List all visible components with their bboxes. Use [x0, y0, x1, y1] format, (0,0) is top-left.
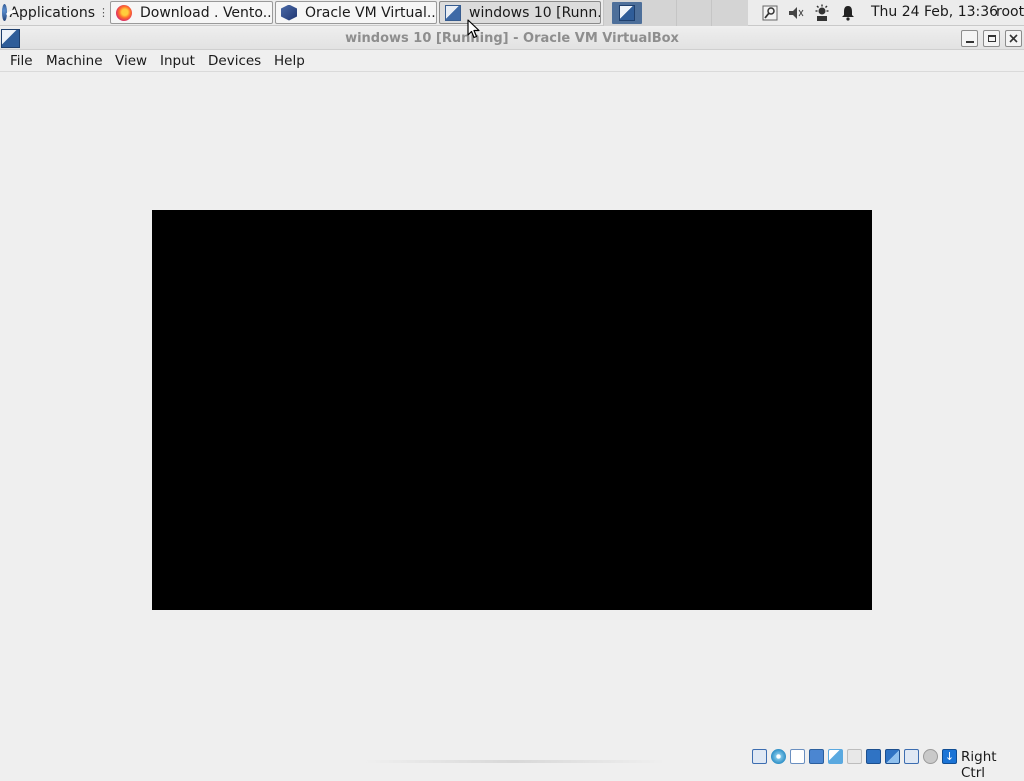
host-key-label: Right Ctrl: [961, 749, 997, 781]
workspace-divider: [676, 0, 677, 26]
taskbar-item-label: Oracle VM Virtual...: [305, 4, 437, 21]
menu-input[interactable]: Input: [160, 53, 195, 69]
close-icon: [1009, 34, 1018, 43]
window-title: windows 10 [Running] - Oracle VM Virtual…: [345, 31, 679, 46]
panel-clock[interactable]: Thu 24 Feb, 13:36: [871, 4, 998, 20]
menu-view[interactable]: View: [115, 53, 147, 69]
close-button[interactable]: [1005, 30, 1022, 47]
cpu-icon[interactable]: [904, 749, 919, 764]
mouse-integration-icon[interactable]: [923, 749, 938, 764]
taskbar-item-vm-window[interactable]: windows 10 [Runn...: [439, 1, 601, 24]
virtualbox-icon: [281, 4, 297, 21]
display-icon[interactable]: [866, 749, 881, 764]
hard-disk-icon[interactable]: [752, 749, 767, 764]
menu-bar: File Machine View Input Devices Help: [0, 51, 1024, 72]
mouse-cursor-icon: [467, 19, 480, 39]
menu-help[interactable]: Help: [274, 53, 305, 69]
menu-file[interactable]: File: [10, 53, 33, 69]
taskbar-item-label: windows 10 [Runn...: [469, 4, 601, 21]
volume-icon[interactable]: [787, 4, 805, 22]
window-titlebar[interactable]: windows 10 [Running] - Oracle VM Virtual…: [0, 27, 1024, 50]
taskbar-item-virtualbox-manager[interactable]: Oracle VM Virtual...: [275, 1, 437, 24]
taskbar-item-label: Download . Vento...: [140, 4, 273, 21]
firefox-icon: [116, 4, 132, 21]
network-icon[interactable]: [809, 749, 824, 764]
taskbar-item-firefox[interactable]: Download . Vento...: [110, 1, 273, 24]
menu-devices[interactable]: Devices: [208, 53, 261, 69]
brightness-icon[interactable]: [813, 4, 831, 22]
vm-icon: [445, 4, 461, 21]
workspace-divider: [711, 0, 712, 26]
notifications-bell-icon[interactable]: [839, 4, 857, 22]
optical-drive-icon[interactable]: [771, 749, 786, 764]
top-panel: Applications ⋮ Download . Vento... Oracl…: [0, 0, 1024, 26]
vm-display[interactable]: [152, 210, 872, 610]
maximize-icon: [987, 35, 996, 42]
workspace-1[interactable]: [612, 2, 642, 24]
keyboard-icon[interactable]: ↓: [942, 749, 957, 764]
video-capture-icon[interactable]: [885, 749, 900, 764]
applications-menu-button[interactable]: Applications ⋮: [0, 0, 109, 25]
search-icon[interactable]: [761, 4, 779, 22]
shared-folders-icon[interactable]: [847, 749, 862, 764]
status-bar: ↓ Right Ctrl: [0, 746, 1024, 781]
usb-icon[interactable]: [828, 749, 843, 764]
minimize-button[interactable]: [961, 30, 978, 47]
maximize-button[interactable]: [983, 30, 1000, 47]
vm-icon: [619, 5, 635, 21]
distro-logo-icon: [2, 4, 8, 21]
menu-machine[interactable]: Machine: [46, 53, 103, 69]
audio-icon[interactable]: [790, 749, 805, 764]
applications-label: Applications: [9, 4, 95, 21]
scroll-shadow: [365, 760, 665, 763]
panel-user[interactable]: root: [996, 4, 1024, 20]
minimize-icon: [965, 40, 974, 43]
menu-grip-icon: ⋮: [98, 6, 109, 19]
